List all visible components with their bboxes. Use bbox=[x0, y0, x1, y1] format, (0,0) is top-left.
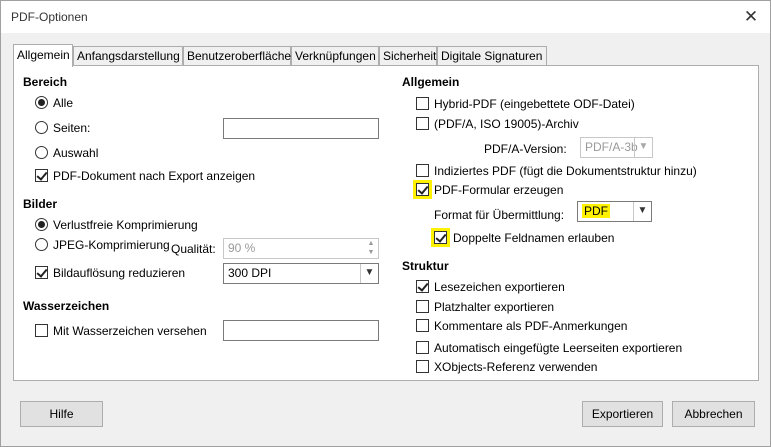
radio-lossless[interactable] bbox=[35, 218, 48, 231]
tab-digitale-signaturen[interactable]: Digitale Signaturen bbox=[437, 46, 547, 65]
label-pdfa: (PDF/A, ISO 19005)-Archiv bbox=[434, 117, 579, 131]
checkbox-placeholders[interactable] bbox=[416, 300, 429, 313]
struktur-heading: Struktur bbox=[402, 259, 449, 273]
tab-sicherheit[interactable]: Sicherheit bbox=[379, 46, 437, 65]
chevron-down-icon: ▼ bbox=[633, 202, 651, 221]
help-button[interactable]: Hilfe bbox=[20, 401, 103, 427]
bilder-heading: Bilder bbox=[23, 197, 58, 211]
quality-value: 90 % bbox=[228, 241, 256, 255]
watermark-input[interactable] bbox=[223, 320, 379, 341]
label-hybrid-pdf: Hybrid-PDF (eingebettete ODF-Datei) bbox=[434, 97, 635, 111]
radio-jpeg[interactable] bbox=[35, 238, 48, 251]
radio-auswahl[interactable] bbox=[35, 146, 48, 159]
checkbox-hybrid-pdf[interactable] bbox=[416, 97, 429, 110]
close-icon[interactable]: ✕ bbox=[740, 6, 762, 28]
pdf-options-dialog: PDF-Optionen ✕ Allgemein Anfangsdarstell… bbox=[0, 0, 771, 447]
tab-allgemein[interactable]: Allgemein bbox=[13, 44, 73, 67]
resolution-select[interactable]: 300 DPI ▼ bbox=[223, 263, 379, 284]
checkbox-bookmarks[interactable] bbox=[416, 280, 429, 293]
checkbox-watermark[interactable] bbox=[35, 324, 48, 337]
checkbox-tagged-pdf[interactable] bbox=[416, 164, 429, 177]
label-alle: Alle bbox=[53, 96, 74, 110]
label-quality: Qualität: bbox=[171, 242, 216, 256]
checkbox-show-after-export[interactable] bbox=[35, 169, 48, 182]
window-title: PDF-Optionen bbox=[11, 10, 88, 24]
label-lossless: Verlustfreie Komprimierung bbox=[53, 218, 198, 232]
checkbox-pdf-form[interactable] bbox=[413, 180, 432, 199]
submit-format-select[interactable]: PDF ▼ bbox=[577, 201, 652, 222]
pdfa-version-value: PDF/A-3b bbox=[585, 140, 638, 154]
label-reduce-resolution: Bildauflösung reduzieren bbox=[53, 266, 186, 280]
bereich-heading: Bereich bbox=[23, 75, 68, 89]
wasserzeichen-heading: Wasserzeichen bbox=[23, 299, 110, 313]
label-comments: Kommentare als PDF-Anmerkungen bbox=[434, 319, 628, 333]
label-tagged-pdf: Indiziertes PDF (fügt die Dokumentstrukt… bbox=[434, 164, 697, 178]
label-jpeg: JPEG-Komprimierung bbox=[53, 238, 170, 252]
label-xobjects: XObjects-Referenz verwenden bbox=[434, 360, 598, 374]
checkbox-comments[interactable] bbox=[416, 319, 429, 332]
label-submit-format: Format für Übermittlung: bbox=[434, 208, 565, 222]
label-bookmarks: Lesezeichen exportieren bbox=[434, 280, 565, 294]
resolution-value: 300 DPI bbox=[228, 266, 272, 280]
tab-benutzeroberflaeche[interactable]: Benutzeroberfläche bbox=[183, 46, 291, 65]
label-show-after-export: PDF-Dokument nach Export anzeigen bbox=[53, 169, 256, 183]
label-placeholders: Platzhalter exportieren bbox=[434, 300, 555, 314]
seiten-input[interactable] bbox=[223, 118, 379, 139]
label-pdfa-version: PDF/A-Version: bbox=[484, 142, 567, 156]
export-button[interactable]: Exportieren bbox=[582, 401, 663, 427]
submit-format-value: PDF bbox=[582, 204, 610, 218]
tab-anfangsdarstellung[interactable]: Anfangsdarstellung bbox=[73, 46, 183, 65]
quality-stepper[interactable]: 90 % ▲ ▼ bbox=[223, 238, 379, 259]
checkbox-duplicate-names[interactable] bbox=[431, 228, 450, 247]
chevron-down-icon: ▼ bbox=[634, 138, 652, 157]
label-seiten: Seiten: bbox=[53, 121, 91, 135]
allgemein-heading: Allgemein bbox=[402, 75, 460, 89]
label-watermark: Mit Wasserzeichen versehen bbox=[53, 324, 207, 338]
radio-alle[interactable] bbox=[35, 96, 48, 109]
label-duplicate-names: Doppelte Feldnamen erlauben bbox=[453, 231, 615, 245]
checkbox-reduce-resolution[interactable] bbox=[35, 266, 48, 279]
label-blank-pages: Automatisch eingefügte Leerseiten export… bbox=[434, 341, 683, 355]
title-bar: PDF-Optionen ✕ bbox=[1, 1, 770, 33]
checkbox-blank-pages[interactable] bbox=[416, 341, 429, 354]
radio-seiten[interactable] bbox=[35, 121, 48, 134]
tab-panel-allgemein: Bereich Alle Seiten: Auswahl PDF-Dokumen… bbox=[13, 65, 759, 381]
checkbox-xobjects[interactable] bbox=[416, 360, 429, 373]
checkbox-pdfa[interactable] bbox=[416, 117, 429, 130]
pdfa-version-select[interactable]: PDF/A-3b ▼ bbox=[580, 137, 653, 158]
label-auswahl: Auswahl bbox=[53, 146, 99, 160]
cancel-button[interactable]: Abbrechen bbox=[672, 401, 755, 427]
tab-verknuepfungen[interactable]: Verknüpfungen bbox=[291, 46, 379, 65]
label-pdf-form: PDF-Formular erzeugen bbox=[434, 183, 564, 197]
chevron-down-icon: ▼ bbox=[360, 264, 378, 283]
spin-arrows-icon[interactable]: ▲ ▼ bbox=[364, 239, 378, 258]
